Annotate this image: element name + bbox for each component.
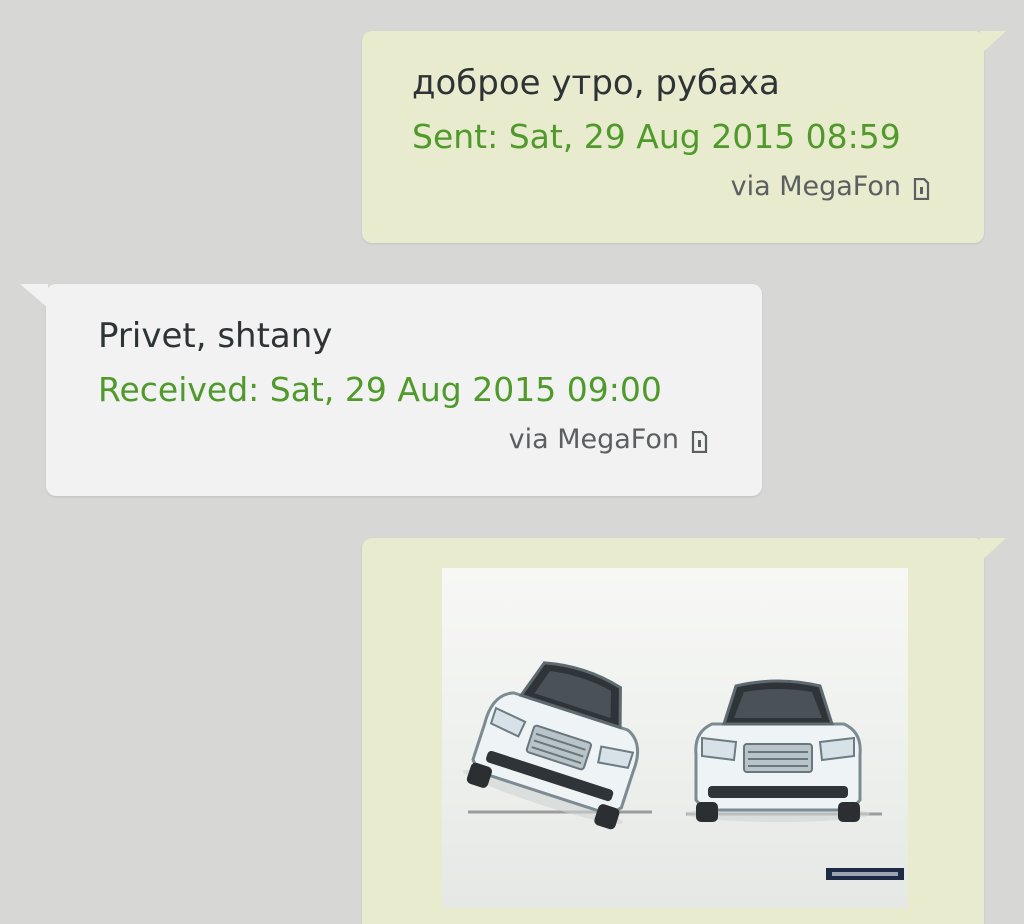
message-bubble-sent-image[interactable] — [362, 538, 1006, 924]
bubble-tail — [980, 31, 1006, 55]
message-timestamp: Sent: Sat, 29 Aug 2015 08:59 — [412, 117, 901, 156]
message-timestamp: Received: Sat, 29 Aug 2015 09:00 — [98, 370, 662, 409]
message-via: via MegaFon — [731, 171, 930, 202]
upright-suv — [686, 679, 870, 822]
bubble-tail — [20, 284, 48, 308]
bubble-tail — [980, 538, 1006, 562]
message-bubble-received[interactable]: Privet, shtany Received: Sat, 29 Aug 201… — [20, 284, 762, 496]
message-bubble-sent[interactable]: доброе утро, рубаха Sent: Sat, 29 Aug 20… — [362, 31, 1006, 243]
message-thread[interactable]: доброе утро, рубаха Sent: Sat, 29 Aug 20… — [0, 0, 1024, 924]
message-via: via MegaFon — [509, 424, 708, 455]
via-carrier-label: via MegaFon — [508, 424, 679, 455]
image-attachment[interactable] — [442, 568, 908, 908]
suv-illustration — [462, 661, 904, 880]
via-carrier-label: via MegaFon — [730, 171, 901, 202]
message-text: доброе утро, рубаха — [412, 63, 780, 103]
sim-card-icon — [691, 429, 708, 453]
message-text: Privet, shtany — [98, 316, 333, 356]
sim-card-icon — [913, 176, 930, 200]
tilted-suv — [462, 661, 640, 830]
